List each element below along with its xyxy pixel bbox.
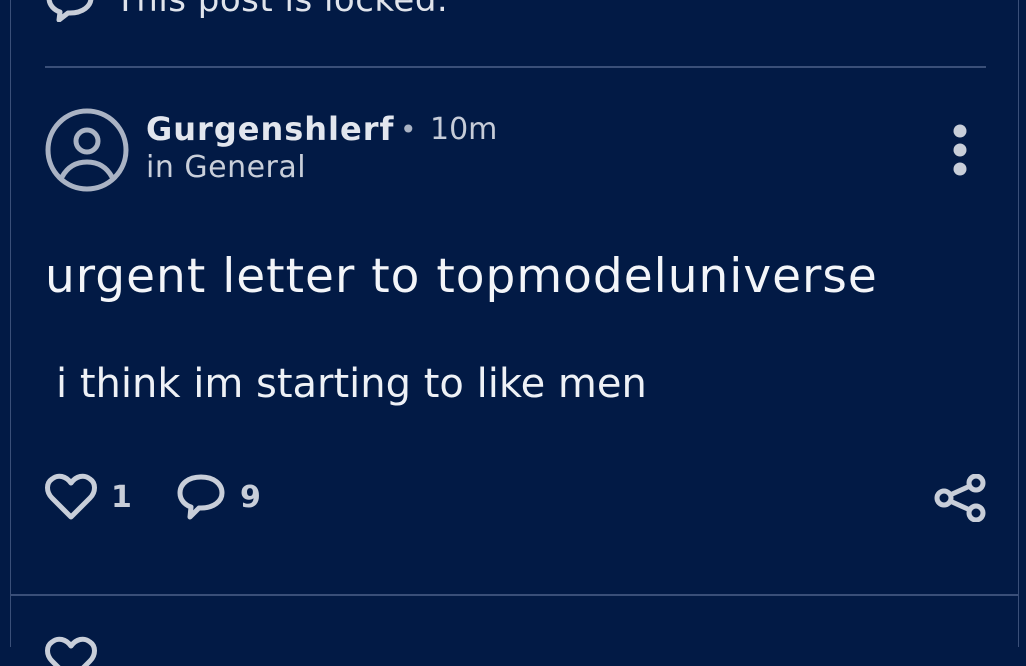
comment-count: 9 [240,479,261,515]
comment-button[interactable]: 9 [176,472,261,522]
comment-icon [177,474,225,520]
post-body[interactable]: i think im starting to like men [56,361,647,407]
locked-notice: This post is locked. [45,0,448,22]
feed-container: This post is locked. Gurgenshlerf • 10m … [0,0,1026,666]
user-circle-icon [45,108,129,192]
share-button[interactable] [933,474,987,522]
post-author[interactable]: Gurgenshlerf [146,110,394,148]
divider [45,66,986,68]
share-icon [934,474,986,522]
avatar[interactable] [45,108,129,192]
feed-border-right [1018,0,1019,647]
post-title[interactable]: urgent letter to topmodeluniverse [45,249,878,304]
like-count: 1 [111,479,132,515]
post-timestamp: 10m [430,112,498,147]
heart-icon [45,473,97,520]
locked-text: This post is locked. [115,0,449,20]
feed-border-left [10,0,11,647]
meta-separator: • [400,113,417,146]
like-button[interactable]: 1 [45,472,132,522]
comment-icon [46,0,94,22]
more-options-button[interactable] [944,120,976,180]
more-vertical-icon [953,124,967,176]
divider [10,594,1019,596]
post-category[interactable]: in General [146,150,306,185]
heart-icon [45,636,97,666]
